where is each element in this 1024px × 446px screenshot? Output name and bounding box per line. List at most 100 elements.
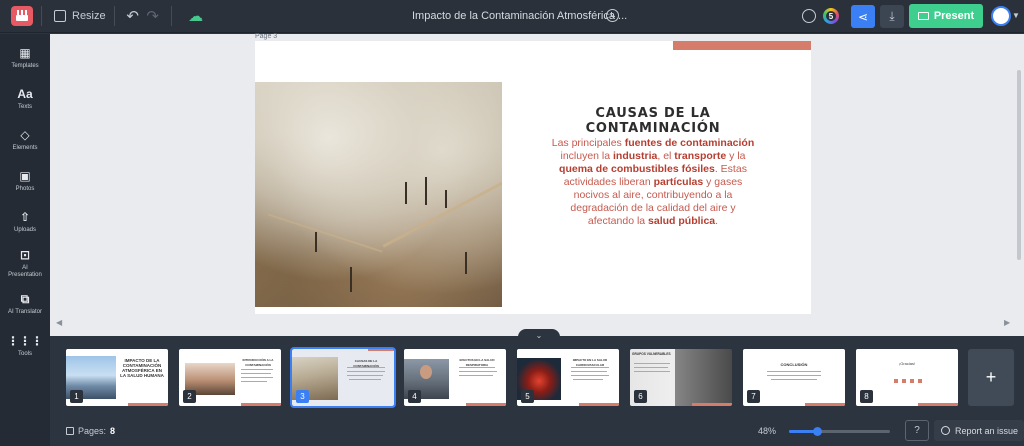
slide-title[interactable]: CAUSAS DE LA CONTAMINACIÓN (538, 106, 768, 136)
share-button[interactable]: ⋖ (851, 5, 875, 28)
collapse-thumbnails-button[interactable]: ⌄ (518, 329, 560, 341)
sidebar-item-ai-translator[interactable]: ⧉ AI Translator (0, 292, 50, 332)
page-thumbnail-6[interactable]: GRUPOS VULNERABLES 6 (630, 349, 732, 406)
user-avatar[interactable] (991, 6, 1011, 26)
thumb-accent (579, 403, 619, 406)
report-issue-label: Report an issue (955, 425, 1019, 436)
page-thumbnail-5[interactable]: IMPACTO EN LA SALUD CARDIOVASCULAR 5 (517, 349, 619, 406)
photo-detail (445, 190, 447, 208)
slide-body-segment: Las principales (551, 137, 625, 149)
info-icon (941, 426, 950, 435)
chevron-down-icon: ⌄ (535, 330, 543, 340)
thumb-text-line (634, 371, 670, 372)
resize-icon (54, 10, 66, 22)
thumb-accent (241, 403, 281, 406)
redo-icon[interactable]: ↷ (143, 6, 163, 26)
thumb-number: 6 (634, 390, 647, 403)
page-thumbnail-4[interactable]: EFECTOS EN LA SALUD RESPIRATORIA 4 (404, 349, 506, 406)
sidebar-item-ai-presentation[interactable]: ⊡ AI Presentation (0, 248, 50, 288)
slide-photo[interactable] (255, 82, 502, 307)
templates-icon: ▦ (19, 46, 31, 60)
sidebar-item-uploads[interactable]: ⇧ Uploads (0, 210, 50, 250)
thumb-text-line (571, 375, 609, 376)
report-issue-button[interactable]: Report an issue (934, 420, 1024, 441)
resize-button[interactable]: Resize (54, 10, 106, 22)
slide-body-segment: industria (613, 150, 658, 162)
vertical-scrollbar[interactable] (1017, 70, 1021, 260)
cloud-saved-icon[interactable]: ☁ (186, 6, 206, 26)
chevron-down-icon[interactable]: ▼ (1012, 11, 1020, 20)
scroll-left-icon[interactable]: ◀ (56, 318, 62, 327)
photo-detail (267, 213, 383, 253)
thumb-text-line (347, 367, 385, 368)
present-button[interactable]: Present (909, 4, 983, 28)
help-button[interactable]: ? (905, 420, 929, 441)
help-icon: ? (914, 425, 920, 436)
sidebar-item-elements[interactable]: ◇ Elements (0, 128, 50, 168)
slide-body-segment: y la (726, 150, 746, 162)
thumb-accent (918, 403, 958, 406)
thumb-title: ¡Gracias! (898, 361, 916, 366)
present-label: Present (933, 10, 975, 22)
zoom-slider[interactable] (789, 427, 890, 436)
resize-label: Resize (72, 10, 106, 22)
add-page-button[interactable]: + (968, 349, 1014, 406)
ai-credits-badge[interactable]: 5 (823, 8, 839, 24)
photos-icon: ▣ (19, 169, 31, 183)
thumb-photo-person (420, 365, 432, 379)
thumb-text-line (767, 371, 821, 372)
sidebar: ▦ Templates Aa Texts ◇ Elements ▣ Photos… (0, 34, 50, 446)
slide-canvas[interactable]: CAUSAS DE LA CONTAMINACIÓN Las principal… (255, 41, 811, 314)
divider (113, 6, 115, 26)
scroll-right-icon[interactable]: ▶ (1004, 318, 1010, 327)
thumb-text-line (459, 367, 495, 368)
pages-label: Pages: (78, 426, 107, 436)
sidebar-item-photos[interactable]: ▣ Photos (0, 169, 50, 209)
thumb-text-line (771, 379, 817, 380)
page-thumbnail-7[interactable]: CONCLUSIÓN 7 (743, 349, 845, 406)
thumb-text-line (571, 367, 609, 368)
thumb-number: 8 (860, 390, 873, 403)
pages-icon (66, 427, 74, 435)
thumb-number: 5 (521, 390, 534, 403)
thumb-number: 1 (70, 390, 83, 403)
page-thumbnail-1[interactable]: IMPACTO DE LA CONTAMINACIÓN ATMOSFÉRICA … (66, 349, 168, 406)
palette-icon[interactable] (802, 9, 816, 23)
undo-icon[interactable]: ↶ (123, 6, 143, 26)
slide-body-text[interactable]: Las principales fuentes de contaminación… (548, 137, 758, 228)
slide-accent-bar[interactable] (673, 41, 811, 50)
page-thumbnail-8[interactable]: ¡Gracias! 8 (856, 349, 958, 406)
document-title[interactable]: Impacto de la Contaminación Atmosférica … (412, 10, 627, 22)
app-logo-icon[interactable] (11, 6, 33, 26)
pages-counter[interactable]: Pages: 8 (66, 426, 115, 436)
thumb-title: CONCLUSIÓN (780, 362, 808, 367)
thumb-text-line (634, 367, 668, 368)
photo-detail (425, 177, 427, 205)
thumb-icon (902, 379, 906, 383)
photo-detail (465, 252, 467, 274)
thumb-accent (466, 403, 506, 406)
sidebar-item-tools[interactable]: ⋮⋮⋮ Tools (0, 334, 50, 374)
plus-icon: + (985, 367, 997, 387)
page-thumbnail-3[interactable]: CAUSAS DE LA CONTAMINACIÓN 3 (290, 347, 396, 408)
thumb-accent (805, 403, 845, 406)
tools-icon: ⋮⋮⋮ (7, 334, 43, 348)
zoom-value[interactable]: 48% (758, 426, 776, 436)
thumb-text-line (347, 375, 383, 376)
photo-detail (382, 179, 502, 248)
page-thumbnail-2[interactable]: INTRODUCCIÓN A LA CONTAMINACIÓN 2 (179, 349, 281, 406)
share-icon: ⋖ (857, 9, 869, 24)
thumb-text-line (459, 371, 497, 372)
thumb-accent (128, 403, 168, 406)
thumb-icon (894, 379, 898, 383)
slide-body-segment: , el (657, 150, 675, 162)
thumb-text-line (634, 363, 670, 364)
sidebar-item-templates[interactable]: ▦ Templates (0, 46, 50, 86)
thumb-number: 3 (296, 390, 309, 403)
download-button[interactable]: ⤓ (880, 5, 904, 28)
thumb-number: 2 (183, 390, 196, 403)
sidebar-item-texts[interactable]: Aa Texts (0, 87, 50, 127)
thumb-text-line (241, 377, 273, 378)
pages-count-value: 8 (110, 426, 116, 436)
history-icon[interactable] (606, 9, 619, 22)
